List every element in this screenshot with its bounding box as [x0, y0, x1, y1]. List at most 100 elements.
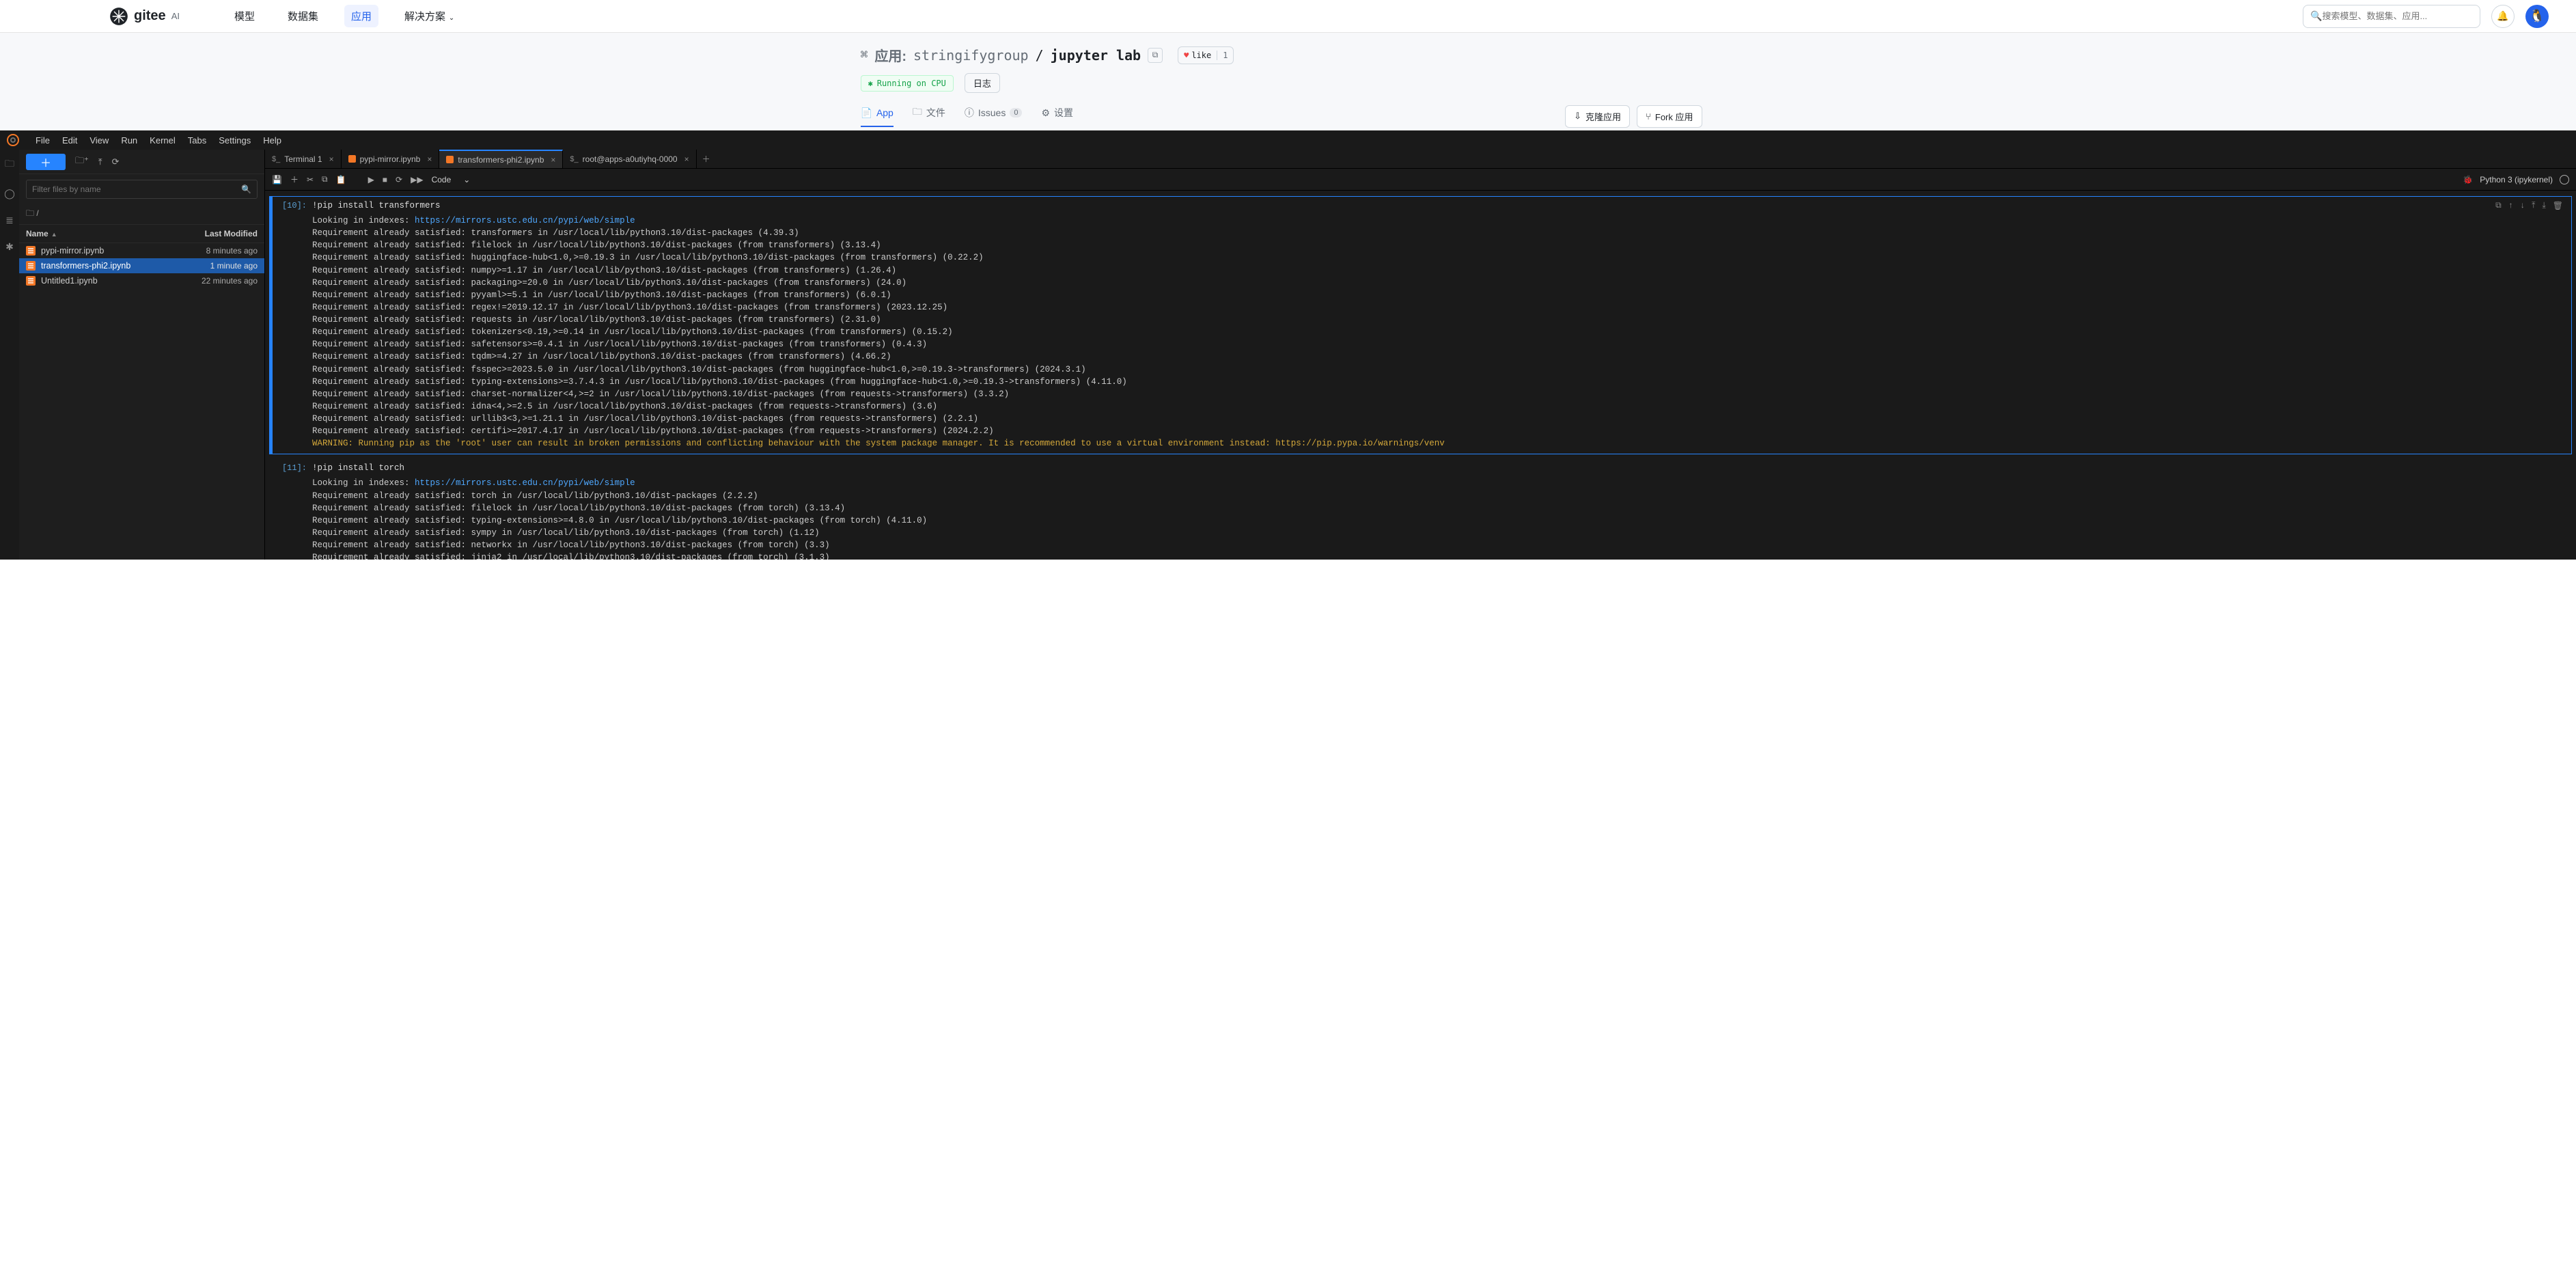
- close-icon[interactable]: ×: [551, 155, 555, 165]
- refresh-icon[interactable]: ⟳: [112, 156, 120, 167]
- debugger-icon[interactable]: 🐞: [2463, 175, 2473, 184]
- global-search-input[interactable]: [2322, 11, 2473, 21]
- nav-datasets[interactable]: 数据集: [281, 5, 325, 27]
- fork-app-button[interactable]: ⑂Fork 应用: [1637, 105, 1702, 128]
- file-filter[interactable]: 🔍: [26, 180, 258, 199]
- run-all-icon[interactable]: ▶▶: [411, 175, 423, 184]
- doc-tab[interactable]: $_root@apps-a0utiyhq-0000×: [563, 150, 696, 168]
- cell-input[interactable]: !pip install torch: [312, 463, 2566, 473]
- site-logo[interactable]: gitee AI: [109, 7, 180, 26]
- activity-files-icon[interactable]: 🗀: [5, 156, 14, 173]
- copy-icon: ⧉: [1152, 50, 1159, 60]
- duplicate-cell-icon[interactable]: ⧉: [2495, 201, 2502, 211]
- doc-tab[interactable]: $_Terminal 1×: [265, 150, 342, 168]
- notebook-icon: [26, 261, 36, 271]
- cell-type-select[interactable]: Code⌄: [432, 175, 471, 184]
- cell-prompt: [10]:: [273, 197, 312, 454]
- move-down-icon[interactable]: ↓: [2520, 201, 2525, 211]
- activity-extensions-icon[interactable]: ✱: [5, 241, 14, 253]
- file-row[interactable]: Untitled1.ipynb22 minutes ago: [19, 273, 264, 288]
- doc-tab[interactable]: pypi-mirror.ipynb×: [342, 150, 440, 168]
- tab-settings[interactable]: ⚙设置: [1041, 106, 1073, 128]
- jupyterlab: File Edit View Run Kernel Tabs Settings …: [0, 130, 2576, 560]
- menu-help[interactable]: Help: [263, 135, 281, 146]
- tab-issues[interactable]: ⓘIssues0: [965, 106, 1023, 128]
- fb-breadcrumb[interactable]: 🗀 /: [19, 204, 264, 224]
- cell-output: Looking in indexes: https://mirrors.ustc…: [312, 215, 2566, 450]
- notebook-cell[interactable]: [11]:!pip install torchLooking in indexe…: [269, 458, 2572, 560]
- copy-name-button[interactable]: ⧉: [1148, 48, 1163, 63]
- user-avatar[interactable]: 🐧: [2525, 5, 2549, 28]
- fb-columns-header[interactable]: Name▲ Last Modified: [19, 224, 264, 243]
- col-name[interactable]: Name▲: [26, 229, 176, 238]
- save-icon[interactable]: 💾: [272, 175, 282, 184]
- crumb-app-name[interactable]: jupyter lab: [1051, 47, 1141, 64]
- paste-icon[interactable]: 📋: [336, 175, 346, 184]
- notebook-toolbar: 💾 ＋ ✂ ⧉ 📋 ▶ ■ ⟳ ▶▶ Code⌄ 🐞 Python 3 (ipy…: [265, 169, 2576, 191]
- close-icon[interactable]: ×: [684, 154, 689, 164]
- terminal-icon: $_: [570, 155, 578, 163]
- status-dot-icon: ✱: [868, 79, 873, 88]
- delete-cell-icon[interactable]: 🗑: [2553, 201, 2563, 211]
- file-row[interactable]: pypi-mirror.ipynb8 minutes ago: [19, 243, 264, 258]
- run-icon[interactable]: ▶: [368, 175, 374, 184]
- menu-tabs[interactable]: Tabs: [188, 135, 206, 146]
- tab-app[interactable]: 📄App: [861, 107, 894, 127]
- nav-models[interactable]: 模型: [227, 5, 262, 27]
- nav-apps[interactable]: 应用: [344, 5, 378, 27]
- menu-run[interactable]: Run: [121, 135, 137, 146]
- file-row[interactable]: transformers-phi2.ipynb1 minute ago: [19, 258, 264, 273]
- new-tab-button[interactable]: ＋: [697, 150, 716, 168]
- tab-files[interactable]: 🗀文件: [913, 105, 945, 129]
- clone-app-button[interactable]: ⇩克隆应用: [1565, 105, 1630, 128]
- notifications-button[interactable]: 🔔: [2491, 5, 2515, 28]
- kernel-name[interactable]: Python 3 (ipykernel): [2480, 175, 2553, 184]
- global-search[interactable]: 🔍: [2303, 5, 2480, 28]
- new-launcher-button[interactable]: ＋: [26, 154, 66, 170]
- download-icon: ⇩: [1574, 111, 1581, 122]
- stop-icon[interactable]: ■: [383, 175, 387, 184]
- output-link[interactable]: https://mirrors.ustc.edu.cn/pypi/web/sim…: [415, 478, 635, 488]
- menu-view[interactable]: View: [89, 135, 109, 146]
- like-button[interactable]: ♥like: [1178, 51, 1217, 60]
- col-modified[interactable]: Last Modified: [176, 229, 258, 238]
- close-icon[interactable]: ×: [427, 154, 432, 164]
- activity-running-icon[interactable]: ◯: [4, 188, 15, 199]
- insert-cell-icon[interactable]: ＋: [290, 174, 299, 185]
- move-up-icon[interactable]: ↑: [2508, 201, 2513, 211]
- app-tabs: 📄App 🗀文件 ⓘIssues0 ⚙设置 ⇩克隆应用 ⑂Fork 应用: [861, 102, 1702, 130]
- insert-above-icon[interactable]: ⤒: [2532, 201, 2535, 211]
- menu-kernel[interactable]: Kernel: [150, 135, 176, 146]
- output-link[interactable]: https://mirrors.ustc.edu.cn/pypi/web/sim…: [415, 216, 635, 225]
- crumb-owner[interactable]: stringifygroup: [913, 47, 1029, 64]
- cut-icon[interactable]: ✂: [307, 175, 314, 184]
- menu-edit[interactable]: Edit: [62, 135, 77, 146]
- menu-settings[interactable]: Settings: [219, 135, 251, 146]
- file-filter-input[interactable]: [32, 184, 241, 194]
- issues-count: 0: [1010, 108, 1022, 118]
- doc-tab[interactable]: transformers-phi2.ipynb×: [439, 150, 563, 168]
- jlab-main: $_Terminal 1×pypi-mirror.ipynb×transform…: [265, 150, 2576, 560]
- cell-input[interactable]: !pip install transformers: [312, 201, 2566, 210]
- search-icon: 🔍: [241, 184, 251, 194]
- folder-icon: 🗀: [913, 105, 922, 121]
- restart-icon[interactable]: ⟳: [396, 175, 402, 184]
- kernel-status-icon[interactable]: [2560, 175, 2569, 184]
- notebook-cell[interactable]: [10]: ⧉ ↑ ↓ ⤒ ⤓ 🗑!pip install transformers Look…: [269, 196, 2572, 454]
- file-modified: 8 minutes ago: [176, 246, 258, 256]
- copy-icon[interactable]: ⧉: [322, 174, 328, 184]
- jupyter-logo-icon: [7, 134, 19, 146]
- logs-button[interactable]: 日志: [965, 73, 1000, 93]
- close-icon[interactable]: ×: [329, 154, 334, 164]
- doc-tabs: $_Terminal 1×pypi-mirror.ipynb×transform…: [265, 150, 2576, 169]
- insert-below-icon[interactable]: ⤓: [2542, 201, 2545, 211]
- activity-toc-icon[interactable]: ≣: [5, 215, 14, 226]
- nav-solutions[interactable]: 解决方案 ⌄: [398, 5, 461, 27]
- upload-icon[interactable]: ⤒: [98, 156, 102, 167]
- notebook-area[interactable]: [10]: ⧉ ↑ ↓ ⤒ ⤓ 🗑!pip install transformers Look…: [265, 191, 2576, 560]
- file-name: transformers-phi2.ipynb: [41, 261, 176, 271]
- cell-output: Looking in indexes: https://mirrors.ustc…: [312, 477, 2566, 560]
- cell-type-label: Code: [432, 175, 452, 184]
- new-folder-icon[interactable]: 🗀⁺: [75, 154, 89, 169]
- menu-file[interactable]: File: [36, 135, 50, 146]
